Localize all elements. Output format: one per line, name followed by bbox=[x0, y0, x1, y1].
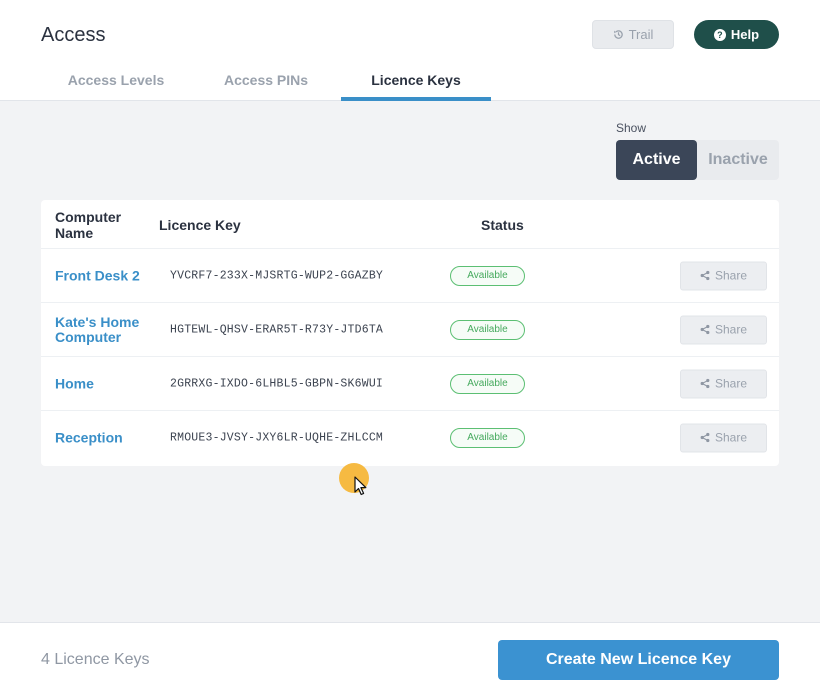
licence-key-count: 4 Licence Keys bbox=[41, 651, 150, 668]
computer-name-link[interactable]: Reception bbox=[55, 430, 155, 445]
table-row: Front Desk 2 YVCRF7-233X-MJSRTG-WUP2-GGA… bbox=[41, 248, 779, 302]
licence-key-value: 2GRRXG-IXDO-6LHBL5-GBPN-SK6WUI bbox=[170, 377, 384, 390]
computer-name-link[interactable]: Home bbox=[55, 376, 155, 391]
status-badge: Available bbox=[450, 427, 525, 448]
show-filter-label: Show bbox=[616, 121, 647, 135]
share-label: Share bbox=[714, 430, 748, 445]
toggle-active-option[interactable]: Active bbox=[616, 140, 697, 180]
share-icon bbox=[700, 270, 710, 281]
share-label: Share bbox=[714, 376, 748, 391]
toggle-inactive-option[interactable]: Inactive bbox=[697, 140, 779, 180]
computer-name-link[interactable]: Kate's Home Computer bbox=[55, 314, 155, 345]
help-button[interactable]: ? Help bbox=[694, 20, 779, 49]
licence-key-value: RMOUE3-JVSY-JXY6LR-UQHE-ZHLCCM bbox=[170, 431, 384, 444]
tab-access-levels[interactable]: Access Levels bbox=[56, 72, 176, 101]
licence-keys-table: Computer Name Licence Key Status Front D… bbox=[41, 200, 779, 466]
share-label: Share bbox=[714, 322, 748, 337]
table-row: Reception RMOUE3-JVSY-JXY6LR-UQHE-ZHLCCM… bbox=[41, 410, 779, 464]
share-label: Share bbox=[714, 268, 748, 283]
column-header-status: Status bbox=[481, 217, 524, 233]
share-icon bbox=[700, 432, 710, 443]
status-badge: Available bbox=[450, 319, 525, 340]
share-button[interactable]: Share bbox=[680, 315, 767, 344]
status-badge: Available bbox=[450, 265, 525, 286]
history-icon bbox=[613, 30, 623, 39]
page-title: Access bbox=[41, 24, 106, 46]
tab-licence-keys[interactable]: Licence Keys bbox=[341, 72, 491, 101]
licence-key-value: YVCRF7-233X-MJSRTG-WUP2-GGAZBY bbox=[170, 269, 384, 282]
create-licence-key-button[interactable]: Create New Licence Key bbox=[498, 640, 779, 680]
column-header-licence-key: Licence Key bbox=[159, 217, 241, 233]
question-circle-icon: ? bbox=[713, 28, 726, 41]
page-footer: 4 Licence Keys Create New Licence Key bbox=[0, 622, 820, 694]
share-icon bbox=[700, 378, 710, 389]
share-button[interactable]: Share bbox=[680, 369, 767, 398]
table-row: Kate's Home Computer HGTEWL-QHSV-ERAR5T-… bbox=[41, 302, 779, 356]
mouse-pointer-icon bbox=[354, 476, 367, 496]
column-header-computer-name: Computer Name bbox=[55, 209, 122, 241]
table-row: Home 2GRRXG-IXDO-6LHBL5-GBPN-SK6WUI Avai… bbox=[41, 356, 779, 410]
help-label: Help bbox=[730, 27, 760, 42]
share-icon bbox=[700, 324, 710, 335]
share-button[interactable]: Share bbox=[680, 261, 767, 290]
page-header: Access Trail ? Help Access Levels Access… bbox=[0, 0, 820, 101]
tab-access-pins[interactable]: Access PINs bbox=[206, 72, 326, 101]
share-button[interactable]: Share bbox=[680, 423, 767, 452]
trail-button[interactable]: Trail bbox=[592, 20, 674, 49]
computer-name-link[interactable]: Front Desk 2 bbox=[55, 268, 155, 283]
licence-key-value: HGTEWL-QHSV-ERAR5T-R73Y-JTD6TA bbox=[170, 323, 384, 336]
show-toggle: Active Inactive bbox=[616, 140, 779, 180]
status-badge: Available bbox=[450, 373, 525, 394]
trail-label: Trail bbox=[628, 27, 654, 42]
